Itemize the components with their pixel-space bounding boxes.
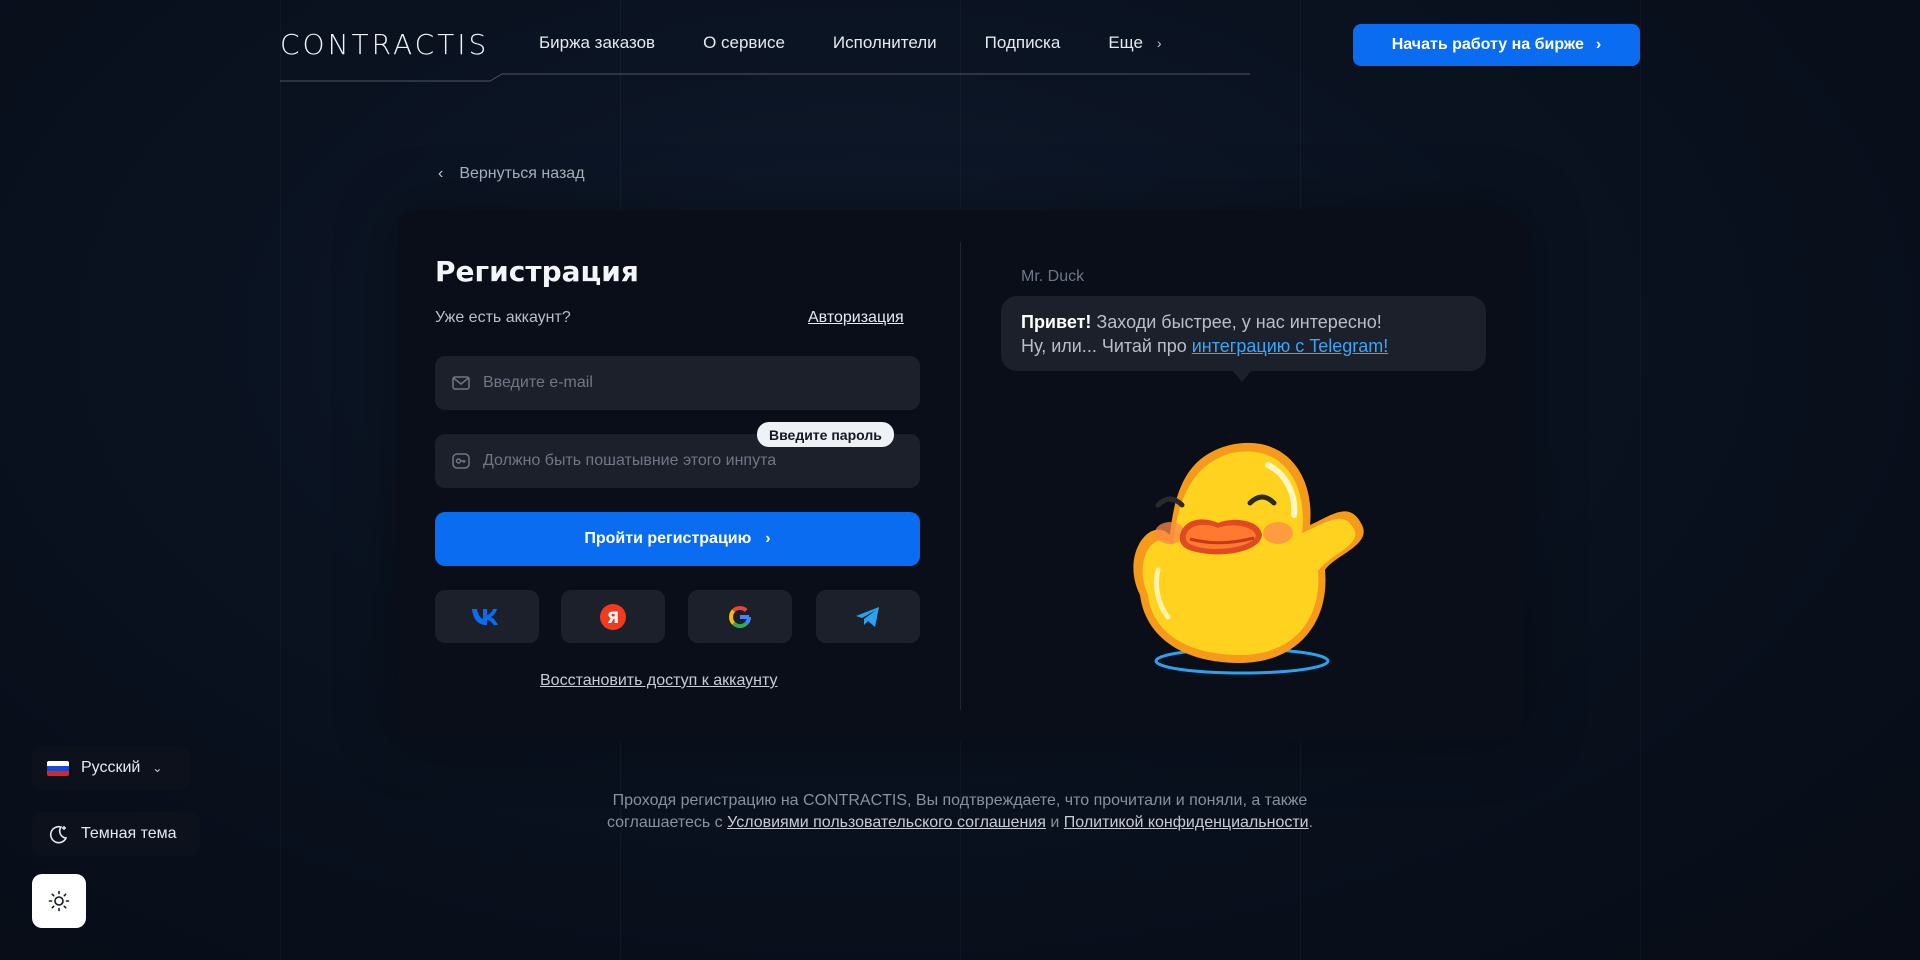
register-button[interactable]: Пройти регистрацию › xyxy=(435,512,920,566)
chevron-down-icon: ⌄ xyxy=(152,761,163,775)
email-field[interactable] xyxy=(435,356,920,410)
terms-link[interactable]: Условиями пользовательского соглашения xyxy=(727,814,1046,831)
line2-prefix: Ну, или... Читай про xyxy=(1021,336,1192,356)
yandex-icon: Я xyxy=(600,603,626,630)
telegram-integration-link[interactable]: интеграцию с Telegram! xyxy=(1192,336,1389,356)
legal-end: . xyxy=(1308,814,1314,831)
bot-name: Mr. Duck xyxy=(1021,268,1085,285)
nav-label: Биржа заказов xyxy=(539,33,656,52)
nav-item-orders[interactable]: Биржа заказов xyxy=(539,33,655,53)
password-tooltip: Введите пароль xyxy=(757,422,894,447)
theme-toggle[interactable]: Темная тема xyxy=(32,812,200,856)
legal-line-1: Проходя регистрацию на CONTRACTIS, Вы по… xyxy=(612,792,1308,809)
legal-prefix: соглашаетесь с xyxy=(606,814,728,831)
button-label: Начать работу на бирже xyxy=(1391,36,1584,53)
legal-notice: Проходя регистрацию на CONTRACTIS, Вы по… xyxy=(480,790,1440,834)
bubble-tail xyxy=(1232,370,1252,382)
light-theme-button[interactable] xyxy=(32,874,86,928)
moon-icon xyxy=(50,825,68,844)
nav-label: Исполнители xyxy=(832,33,937,52)
greeting-bold: Привет! xyxy=(1021,312,1092,332)
back-label: Вернуться назад xyxy=(459,165,585,182)
vk-login-button[interactable] xyxy=(435,590,539,643)
vk-icon xyxy=(472,608,498,625)
nav-item-more[interactable]: Еще › xyxy=(1108,33,1161,53)
back-link[interactable]: ‹ Вернуться назад xyxy=(438,165,585,183)
password-input[interactable] xyxy=(483,452,920,470)
logo[interactable]: CONTRACTIS xyxy=(280,28,489,61)
login-link[interactable]: Авторизация xyxy=(808,309,904,327)
grid-line xyxy=(1640,0,1641,960)
chevron-right-icon: › xyxy=(1595,36,1602,53)
nav-item-subscription[interactable]: Подписка xyxy=(985,33,1061,53)
mail-icon xyxy=(452,376,470,390)
duck-mascot xyxy=(1133,442,1364,675)
greeting-rest: Заходи быстрее, у нас интересно! xyxy=(1091,312,1382,332)
nav-item-about[interactable]: О сервисе xyxy=(703,33,785,53)
chat-bubble: Привет! Заходи быстрее, у нас интересно!… xyxy=(1001,296,1486,371)
nav-label: О сервисе xyxy=(703,33,785,52)
main-nav: Биржа заказов О сервисе Исполнители Подп… xyxy=(539,33,1210,53)
nav-label: Подписка xyxy=(984,33,1061,52)
yandex-login-button[interactable]: Я xyxy=(561,590,665,643)
legal-line-2: соглашаетесь с Условиями пользовательско… xyxy=(480,812,1440,834)
google-icon xyxy=(729,605,751,628)
chevron-right-icon: › xyxy=(1156,35,1162,51)
legal-and: и xyxy=(1045,814,1064,831)
key-icon xyxy=(452,453,470,469)
svg-text:Я: Я xyxy=(607,608,619,627)
card-divider xyxy=(960,242,961,710)
chat-line-2: Ну, или... Читай про интеграцию с Telegr… xyxy=(1021,334,1466,358)
language-selector[interactable]: Русский ⌄ xyxy=(32,746,190,790)
email-input[interactable] xyxy=(483,374,920,392)
privacy-link[interactable]: Политикой конфиденциальности xyxy=(1064,814,1309,831)
page-title: Регистрация xyxy=(435,255,639,288)
google-login-button[interactable] xyxy=(688,590,792,643)
site-header: CONTRACTIS Биржа заказов О сервисе Испол… xyxy=(0,0,1920,90)
start-exchange-button[interactable]: Начать работу на бирже › xyxy=(1353,24,1640,66)
sun-icon xyxy=(48,890,70,912)
nav-item-executors[interactable]: Исполнители xyxy=(833,33,937,53)
chevron-right-icon: › xyxy=(765,530,771,547)
have-account-text: Уже есть аккаунт? xyxy=(435,309,571,326)
grid-line xyxy=(280,0,281,960)
chat-line-1: Привет! Заходи быстрее, у нас интересно! xyxy=(1021,310,1466,334)
telegram-login-button[interactable] xyxy=(816,590,920,643)
chevron-left-icon: ‹ xyxy=(438,165,444,182)
language-label: Русский xyxy=(81,759,141,776)
header-rule xyxy=(280,73,1250,82)
theme-label: Темная тема xyxy=(81,825,177,842)
telegram-icon xyxy=(856,606,879,627)
button-label: Пройти регистрацию xyxy=(584,530,752,547)
nav-label: Еще xyxy=(1108,33,1143,52)
restore-access-link[interactable]: Восстановить доступ к аккаунту xyxy=(540,672,778,690)
russia-flag-icon xyxy=(47,760,69,776)
